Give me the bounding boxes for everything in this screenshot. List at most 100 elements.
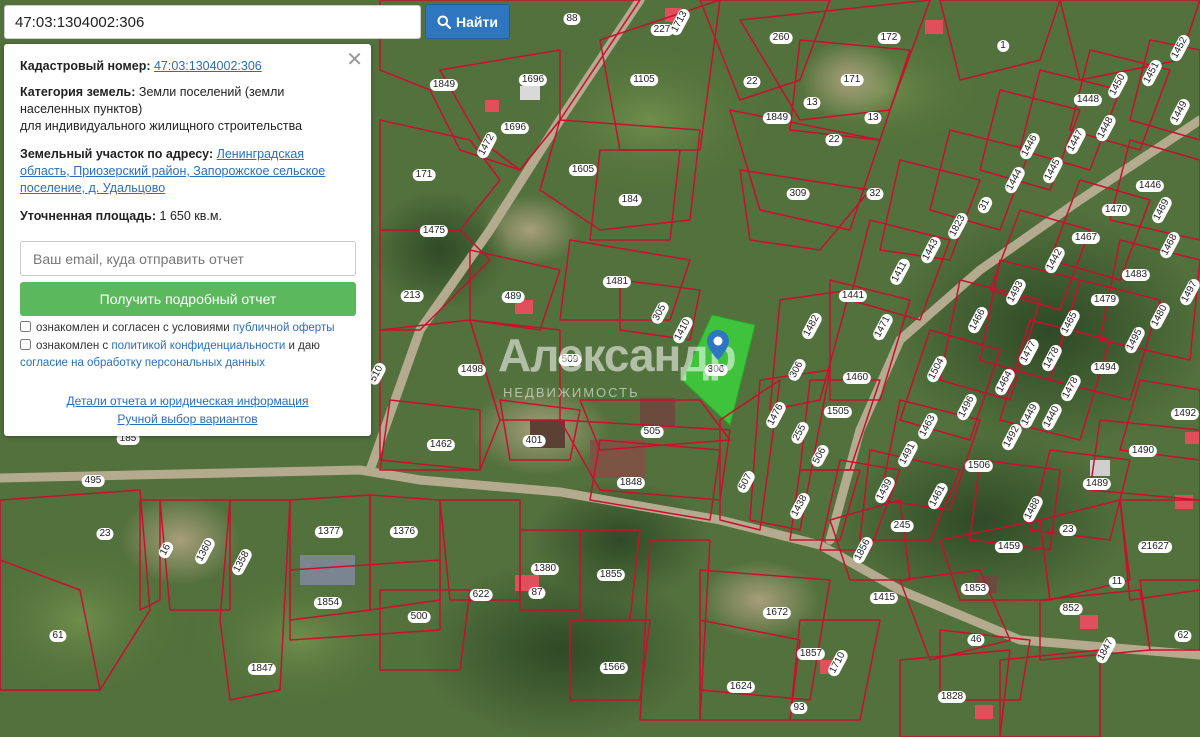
cadastral-number-link[interactable]: 47:03:1304002:306 xyxy=(154,59,262,73)
plot-label[interactable]: 213 xyxy=(400,290,424,302)
plot-label[interactable]: 1605 xyxy=(568,164,598,176)
plot-label[interactable]: 23 xyxy=(1059,524,1077,536)
cadastral-number-row: Кадастровый номер: 47:03:1304002:306 xyxy=(20,58,355,75)
plot-label[interactable]: 1828 xyxy=(937,691,967,703)
plot-label[interactable]: 46 xyxy=(967,634,985,646)
plot-label[interactable]: 622 xyxy=(469,589,493,601)
plot-label[interactable]: 1446 xyxy=(1135,180,1165,192)
address-row: Земельный участок по адресу: Ленинградск… xyxy=(20,146,355,197)
location-pin-icon[interactable] xyxy=(707,330,729,360)
plot-label[interactable]: 1479 xyxy=(1090,294,1120,306)
cadastral-search-input[interactable] xyxy=(4,5,421,39)
report-details-link[interactable]: Детали отчета и юридическая информация xyxy=(67,394,309,408)
plot-label[interactable]: 495 xyxy=(81,475,105,487)
plot-label[interactable]: 22 xyxy=(825,134,843,146)
plot-label[interactable]: 1566 xyxy=(599,662,629,674)
plot-label[interactable]: 171 xyxy=(412,169,436,181)
plot-label[interactable]: 1624 xyxy=(726,681,756,693)
land-category-row: Категория земель: Земли поселений (земли… xyxy=(20,84,355,135)
plot-label[interactable]: 1505 xyxy=(823,406,853,418)
plot-label[interactable]: 23 xyxy=(96,528,114,540)
plot-label[interactable]: 11 xyxy=(1108,576,1126,588)
plot-label[interactable]: 62 xyxy=(1174,630,1192,642)
plot-label[interactable]: 1105 xyxy=(630,74,658,86)
plot-label[interactable]: 13 xyxy=(864,112,882,124)
plot-label[interactable]: 1854 xyxy=(313,597,343,609)
address-link-2[interactable]: область, Приозерский район, Запорожское … xyxy=(20,164,325,178)
plot-label[interactable]: 1441 xyxy=(838,290,868,302)
plot-label[interactable]: 1853 xyxy=(960,583,990,595)
plot-label[interactable]: 489 xyxy=(501,291,525,303)
plot-label[interactable]: 13 xyxy=(803,97,821,109)
plot-label[interactable]: 1489 xyxy=(1082,478,1112,490)
plot-label[interactable]: 1849 xyxy=(429,79,459,91)
consent-offer-checkbox[interactable] xyxy=(20,321,31,332)
plot-label[interactable]: 1848 xyxy=(616,477,646,489)
plot-label[interactable]: 1462 xyxy=(426,439,456,451)
plot-label[interactable]: 1492 xyxy=(1170,408,1200,420)
plot-label[interactable]: 93 xyxy=(790,702,808,714)
plot-label[interactable]: 1467 xyxy=(1071,232,1101,244)
plot-label[interactable]: 245 xyxy=(890,520,914,532)
plot-label[interactable]: 309 xyxy=(786,188,810,200)
selected-plot-label[interactable]: 306 xyxy=(704,364,728,376)
address-label: Земельный участок по адресу: xyxy=(20,147,214,161)
search-icon xyxy=(437,15,452,29)
address-link-3[interactable]: поселение, д. Удальцово xyxy=(20,181,165,195)
plot-label[interactable]: 505 xyxy=(640,426,664,438)
plot-label[interactable]: 1847 xyxy=(247,663,277,675)
plot-label[interactable]: 401 xyxy=(522,435,546,447)
plot-label[interactable]: 509 xyxy=(558,354,582,366)
plot-label[interactable]: 1857 xyxy=(796,648,826,660)
plot-label[interactable]: 1376 xyxy=(389,526,419,538)
manual-selection-link[interactable]: Ручной выбор вариантов xyxy=(117,412,257,426)
cadastral-number-label: Кадастровый номер: xyxy=(20,59,151,73)
plot-label[interactable]: 1481 xyxy=(602,276,632,288)
plot-label[interactable]: 1470 xyxy=(1101,204,1131,216)
personal-data-consent-link[interactable]: согласие на обработку персональных данны… xyxy=(20,357,265,369)
land-category-value-2: населенных пунктов) xyxy=(20,102,143,116)
plot-label[interactable]: 500 xyxy=(407,611,431,623)
consent-privacy-mid: и даю xyxy=(288,340,320,352)
consent-privacy-row: ознакомлен с политикой конфиденциальност… xyxy=(20,338,351,372)
land-category-value-3: для индивидуального жилищного строительс… xyxy=(20,119,303,133)
plot-label[interactable]: 1672 xyxy=(762,607,792,619)
address-link-1[interactable]: Ленинградская xyxy=(217,147,304,161)
plot-label[interactable]: 1 xyxy=(997,40,1009,52)
plot-label[interactable]: 88 xyxy=(563,13,581,25)
plot-label[interactable]: 1855 xyxy=(596,569,626,581)
plot-label[interactable]: 1377 xyxy=(314,526,344,538)
public-offer-link[interactable]: публичной оферты xyxy=(233,322,335,334)
plot-label[interactable]: 1380 xyxy=(530,563,560,575)
manual-link-row: Ручной выбор вариантов xyxy=(4,412,371,426)
plot-label[interactable]: 1460 xyxy=(842,372,872,384)
plot-label[interactable]: 22 xyxy=(743,76,761,88)
plot-label[interactable]: 1696 xyxy=(518,74,548,86)
plot-label[interactable]: 21627 xyxy=(1138,541,1172,553)
privacy-policy-link[interactable]: политикой конфиденциальности xyxy=(111,340,285,352)
plot-label[interactable]: 184 xyxy=(618,194,642,206)
plot-label[interactable]: 1415 xyxy=(869,592,899,604)
plot-label[interactable]: 1506 xyxy=(964,460,994,472)
plot-label[interactable]: 172 xyxy=(877,32,901,44)
plot-label[interactable]: 61 xyxy=(49,630,67,642)
plot-label[interactable]: 1494 xyxy=(1090,362,1120,374)
plot-label[interactable]: 1849 xyxy=(762,112,792,124)
consent-offer-text: ознакомлен и согласен с условиями xyxy=(36,322,230,334)
plot-label[interactable]: 1498 xyxy=(457,364,487,376)
plot-label[interactable]: 87 xyxy=(528,587,546,599)
plot-label[interactable]: 32 xyxy=(866,188,884,200)
plot-label[interactable]: 260 xyxy=(769,32,793,44)
plot-label[interactable]: 1448 xyxy=(1073,94,1103,106)
plot-label[interactable]: 1483 xyxy=(1121,269,1151,281)
get-report-button[interactable]: Получить подробный отчет xyxy=(20,282,356,316)
plot-label[interactable]: 852 xyxy=(1059,603,1083,615)
plot-label[interactable]: 1490 xyxy=(1128,445,1158,457)
plot-label[interactable]: 171 xyxy=(840,74,864,86)
plot-label[interactable]: 1459 xyxy=(994,541,1024,553)
plot-label[interactable]: 1696 xyxy=(500,122,530,134)
consent-privacy-checkbox[interactable] xyxy=(20,339,31,350)
plot-label[interactable]: 1475 xyxy=(419,225,449,237)
email-field[interactable] xyxy=(20,241,356,276)
search-button[interactable]: Найти xyxy=(425,4,510,39)
